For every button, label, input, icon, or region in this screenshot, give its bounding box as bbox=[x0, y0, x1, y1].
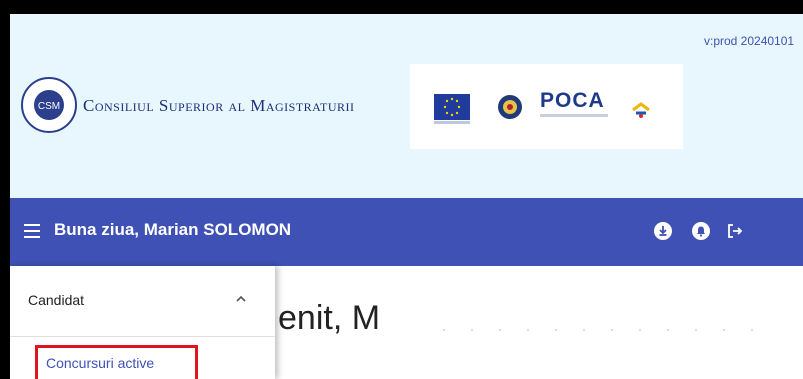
download-icon[interactable] bbox=[654, 222, 672, 240]
welcome-heading: enit, M bbox=[278, 299, 381, 337]
top-toolbar: Buna ziua, Marian SOLOMON bbox=[10, 198, 803, 266]
section-label: Candidat bbox=[28, 292, 85, 308]
brand-title: Consiliul Superior al Magistraturii bbox=[83, 96, 355, 115]
csm-logo: CSM bbox=[21, 77, 77, 133]
eu-caption bbox=[434, 121, 470, 124]
section-candidat[interactable]: Candidat bbox=[10, 266, 275, 336]
notifications-icon[interactable] bbox=[692, 222, 710, 240]
app-window: v:prod 20240101 CSM Consiliul Superior a… bbox=[10, 14, 803, 379]
side-navigation: Candidat Concursuri active bbox=[10, 266, 275, 379]
menu-icon[interactable] bbox=[24, 224, 40, 238]
highlight-box bbox=[35, 345, 198, 379]
divider-dots bbox=[430, 329, 770, 331]
version-label: v:prod 20240101 bbox=[704, 34, 795, 48]
poca-logo: POCA bbox=[540, 89, 605, 112]
romania-emblem-icon bbox=[498, 95, 522, 119]
poca-caption bbox=[540, 114, 608, 117]
csm-logo-text: CSM bbox=[38, 101, 60, 112]
program-emblem-icon bbox=[632, 102, 650, 118]
divider bbox=[10, 336, 275, 337]
chevron-up-icon[interactable] bbox=[236, 294, 246, 304]
greeting-text: Buna ziua, Marian SOLOMON bbox=[54, 220, 292, 239]
brand-header: v:prod 20240101 CSM Consiliul Superior a… bbox=[10, 14, 803, 198]
logout-icon[interactable] bbox=[726, 222, 744, 240]
menu-item-concursuri-active[interactable]: Concursuri active bbox=[35, 345, 198, 379]
eu-flag-icon bbox=[434, 94, 470, 120]
